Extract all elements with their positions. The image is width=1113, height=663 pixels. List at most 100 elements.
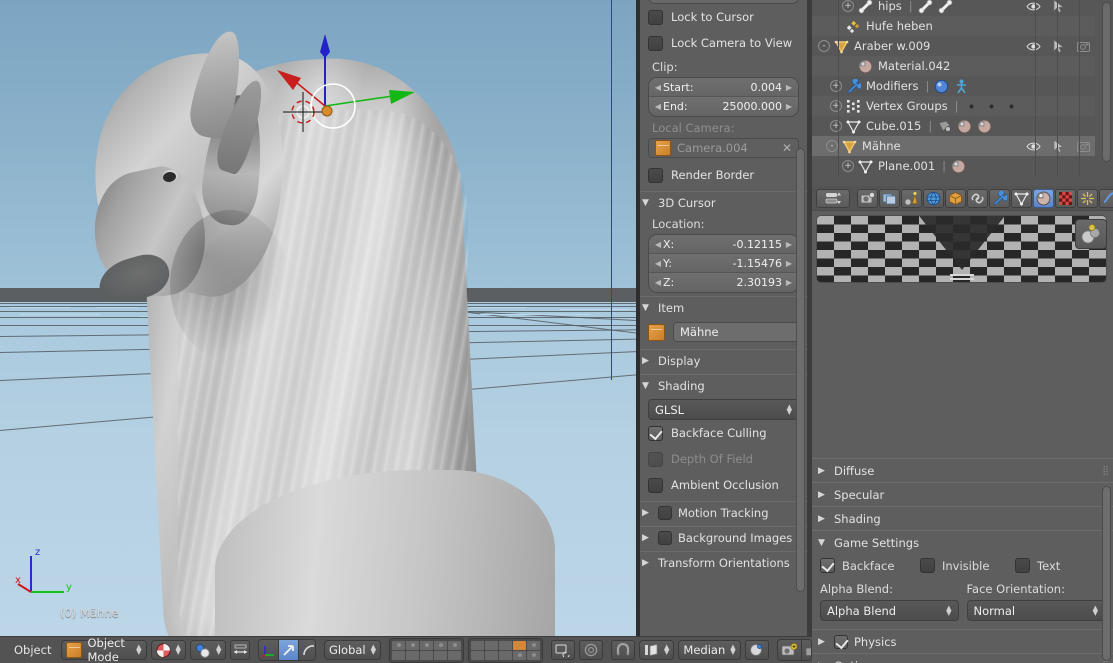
text-checkbox[interactable]: [1015, 558, 1030, 573]
pivot-mode-dropdown[interactable]: ▲ ▼: [189, 640, 227, 660]
particles-tab[interactable]: [1077, 188, 1098, 208]
panel-header-specular[interactable]: ▶ Specular ⣿: [812, 482, 1113, 506]
spinner-icon[interactable]: ▲ ▼: [136, 644, 141, 656]
ambient-occlusion-row[interactable]: Ambient Occlusion: [648, 472, 799, 498]
layer-cell[interactable]: [471, 650, 485, 660]
manipulate-center-points-button[interactable]: [230, 640, 251, 660]
properties-tab-bar[interactable]: [812, 186, 1113, 211]
modifiers-tab[interactable]: [989, 188, 1010, 208]
3d-viewport[interactable]: z y x (0) Mähne: [0, 0, 640, 636]
dot-icon[interactable]: [984, 99, 999, 114]
subsurf-icon[interactable]: [934, 79, 949, 94]
layer-cell[interactable]: [448, 640, 462, 650]
lock-object-modes-button[interactable]: [551, 640, 576, 660]
material-icon[interactable]: [957, 119, 972, 134]
physics-tab[interactable]: [1099, 188, 1113, 208]
snap-toggle-button[interactable]: [611, 640, 636, 660]
outliner-expander[interactable]: +: [842, 160, 854, 172]
layer-cell[interactable]: [527, 650, 541, 660]
cursor-x-field[interactable]: ◀ X: -0.12115 ▶: [649, 235, 798, 254]
layer-cell[interactable]: [392, 640, 406, 650]
object-data-tab[interactable]: [1011, 188, 1032, 208]
properties-scrollbar[interactable]: [1102, 486, 1111, 661]
outliner-row[interactable]: - Mähne: [812, 136, 1095, 156]
lock-camera-to-view-checkbox[interactable]: [648, 35, 663, 51]
material-icon[interactable]: [977, 119, 992, 134]
scene-layers-grid-1[interactable]: [389, 637, 465, 663]
texture-tab[interactable]: [1055, 188, 1076, 208]
chevron-left-icon[interactable]: ◀: [653, 278, 663, 287]
outliner-row[interactable]: Material.042: [812, 56, 1095, 76]
spinner-icon[interactable]: ▲ ▼: [787, 403, 792, 415]
viewport-properties-sidebar[interactable]: Lock to Cursor Lock Camera to View Clip:…: [640, 0, 807, 636]
outliner-vertical-scrollbar[interactable]: [1102, 2, 1111, 162]
motion-tracking-checkbox[interactable]: [658, 505, 672, 520]
outliner-row-label[interactable]: Hufe heben: [866, 19, 933, 33]
spinner-icon[interactable]: ▲ ▼: [176, 644, 181, 656]
material-icon[interactable]: [951, 159, 966, 174]
bone-icon[interactable]: [918, 0, 933, 14]
layer-cell-active[interactable]: [513, 640, 527, 650]
outliner-row[interactable]: + Vertex Groups |: [812, 96, 1095, 116]
eye-icon[interactable]: [1026, 39, 1041, 54]
preview-resize-handle[interactable]: [949, 274, 974, 280]
pivot-point-dropdown[interactable]: Median ▲ ▼: [678, 640, 741, 660]
spinner-icon[interactable]: ▲ ▼: [664, 644, 669, 656]
panel-header-display[interactable]: ▶ Display ⣿: [640, 349, 807, 371]
outliner-row[interactable]: Hufe heben: [812, 16, 1095, 36]
layer-cell[interactable]: [434, 650, 448, 660]
panel-header-physics[interactable]: ▶ Physics ⣿: [812, 629, 1113, 653]
panel-grip-icon[interactable]: ⣿: [1102, 466, 1110, 476]
spinner-icon[interactable]: ▲ ▼: [371, 644, 376, 656]
outliner-row[interactable]: - Araber w.009: [812, 36, 1095, 56]
chevron-left-icon[interactable]: ◀: [653, 259, 663, 268]
lock-camera-to-view-row[interactable]: Lock Camera to View: [648, 30, 799, 56]
clip-start-field[interactable]: ◀ Start: 0.004 ▶: [649, 78, 798, 97]
outliner-row-label[interactable]: Mähne: [862, 139, 901, 153]
lock-to-cursor-checkbox[interactable]: [648, 9, 663, 25]
physics-checkbox[interactable]: [834, 634, 848, 649]
alpha-blend-dropdown[interactable]: Alpha Blend ▲ ▼: [820, 600, 959, 621]
outliner-expander[interactable]: +: [830, 120, 842, 132]
render-layers-tab[interactable]: [879, 188, 900, 208]
layer-cell[interactable]: [392, 650, 406, 660]
cursor-y-field[interactable]: ◀ Y: -1.15476 ▶: [649, 254, 798, 273]
chevron-right-icon[interactable]: ▶: [784, 240, 794, 249]
viewport-shading-dropdown[interactable]: ▲ ▼: [150, 640, 186, 660]
dot-icon[interactable]: [964, 99, 979, 114]
transform-orientation-dropdown[interactable]: Global ▲ ▼: [323, 640, 382, 660]
backface-culling-checkbox[interactable]: [648, 425, 663, 441]
panel-header-options[interactable]: ▶ Options ⣿: [812, 653, 1113, 663]
spinner-icon[interactable]: ▲ ▼: [216, 644, 221, 656]
cursor-icon[interactable]: [1051, 38, 1066, 54]
rotate-manipulator-button[interactable]: [299, 640, 315, 660]
lock-to-cursor-row[interactable]: Lock to Cursor: [648, 4, 799, 30]
bone-icon[interactable]: [938, 0, 953, 14]
outliner-editor[interactable]: + hips | Hufe heben - Araber w.009 Material.04…: [812, 0, 1113, 186]
layer-cell[interactable]: [420, 640, 434, 650]
invisible-checkbox[interactable]: [920, 558, 935, 573]
render-border-row[interactable]: Render Border: [648, 162, 799, 188]
chevron-right-icon[interactable]: ▶: [784, 83, 794, 92]
layer-cell[interactable]: [485, 650, 499, 660]
backface-culling-row[interactable]: Backface Culling: [648, 420, 799, 446]
local-camera-field[interactable]: Camera.004 ✕: [648, 138, 799, 158]
material-preview[interactable]: [816, 215, 1107, 283]
cursor-icon[interactable]: [1051, 0, 1066, 14]
add-render-keyframe-button[interactable]: [777, 640, 802, 660]
uv-icon[interactable]: [937, 119, 952, 134]
chevron-right-icon[interactable]: ▶: [784, 278, 794, 287]
manipulator-buttons[interactable]: [258, 639, 316, 661]
outliner-row[interactable]: + Plane.001 |: [812, 156, 1095, 176]
panel-header-transform-orientations[interactable]: ▶ Transform Orientations: [640, 551, 807, 573]
panel-header-motion-tracking[interactable]: ▶ Motion Tracking ⣿: [640, 501, 807, 523]
outliner-row[interactable]: + Modifiers |: [812, 76, 1095, 96]
world-tab[interactable]: [923, 188, 944, 208]
background-images-checkbox[interactable]: [658, 530, 672, 545]
layer-cell[interactable]: [513, 650, 527, 660]
clip-fields[interactable]: ◀ Start: 0.004 ▶ ◀ End: 25000.000 ▶: [648, 77, 799, 117]
panel-header-item[interactable]: ▼ Item ⣿: [640, 296, 807, 318]
translate-manipulator-button[interactable]: [279, 640, 300, 660]
panel-header-diffuse[interactable]: ▶ Diffuse ⣿: [812, 458, 1113, 482]
outliner-row[interactable]: + Cube.015 |: [812, 116, 1095, 136]
